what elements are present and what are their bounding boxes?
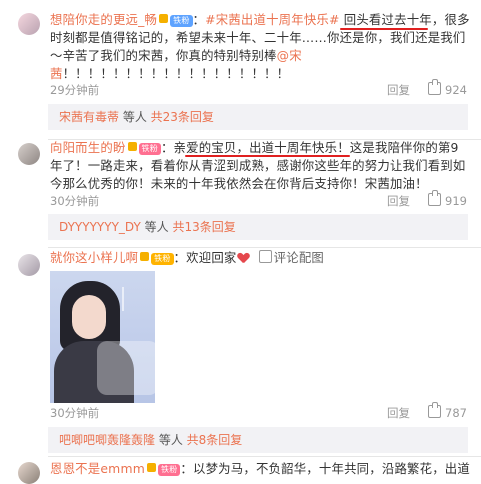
divider xyxy=(48,247,481,248)
image-face xyxy=(72,295,106,339)
comment-text: 就你这小样儿啊 铁粉 ：欢迎回家 评论配图 xyxy=(50,249,470,267)
comment-time: 29分钟前 xyxy=(50,83,100,97)
avatar[interactable] xyxy=(18,462,40,484)
divider xyxy=(48,456,481,457)
comment-image[interactable] xyxy=(50,271,155,403)
comment-text: 想陪你走的更远_畅 铁粉 ：#宋茜出道十周年快乐# 回头看过去十年，很多时刻都是值得… xyxy=(50,11,470,83)
like-count: 924 xyxy=(445,83,467,97)
sub-replies[interactable]: DYYYYYYY_DY 等人 共13条回复 xyxy=(48,214,468,240)
comment-text: 向阳而生的盼 铁粉 ：亲爱的宝贝，出道十周年快乐！这是我陪伴你的第9年了！一路走来，… xyxy=(50,139,470,193)
fan-badge: 铁粉 xyxy=(170,15,193,27)
sub-reply-count[interactable]: 共8条回复 xyxy=(187,433,243,447)
avatar[interactable] xyxy=(18,13,40,35)
avatar[interactable] xyxy=(18,143,40,165)
sub-reply-user[interactable]: 吧唧吧唧轰隆轰隆 xyxy=(59,433,155,447)
sub-reply-count[interactable]: 共23条回复 xyxy=(151,110,214,124)
comment-time: 30分钟前 xyxy=(50,406,100,420)
reply-button[interactable]: 回复 xyxy=(387,83,410,97)
comment-username[interactable]: 想陪你走的更远_畅 xyxy=(50,12,157,27)
comment-actions: 回复 919 xyxy=(387,190,467,209)
fan-badge: 铁粉 xyxy=(151,253,174,265)
reply-button[interactable]: 回复 xyxy=(387,406,410,420)
comment-time: 30分钟前 xyxy=(50,194,100,208)
comment-actions: 回复 924 xyxy=(387,79,467,98)
like-icon[interactable] xyxy=(428,190,442,206)
topic-link[interactable]: #宋茜出道十周年快乐# xyxy=(205,12,339,27)
fan-badge: 铁粉 xyxy=(138,143,161,155)
comment-body: ：欢迎回家 xyxy=(173,250,237,265)
like-count: 919 xyxy=(445,194,467,208)
comment-pic-label: 评论配图 xyxy=(273,250,325,265)
vip-icon xyxy=(127,142,137,151)
comment-body-tail: ！！！！！！！！！！！！！！！！！！ xyxy=(62,66,290,81)
like-count: 787 xyxy=(445,406,467,420)
sub-reply-middle: 等人 xyxy=(155,433,187,447)
sub-reply-user[interactable]: DYYYYYYY_DY xyxy=(59,220,141,234)
comment-text: 恩恩不是emmm 铁粉 ：以梦为马，不负韶华，十年共同，沿路繁花，出道 xyxy=(50,460,470,478)
sub-replies[interactable]: 宋茜有毒蒂 等人 共23条回复 xyxy=(48,104,468,130)
vip-icon xyxy=(147,463,156,472)
comment-username[interactable]: 就你这小样儿啊 xyxy=(50,250,138,265)
highlight-underline xyxy=(340,28,428,30)
heart-icon xyxy=(238,253,249,263)
highlight-underline xyxy=(185,155,350,157)
image-overlay xyxy=(97,341,155,395)
reply-button[interactable]: 回复 xyxy=(387,194,410,208)
avatar[interactable] xyxy=(18,254,40,276)
vip-icon xyxy=(140,252,150,261)
vip-icon xyxy=(159,14,169,23)
like-icon[interactable] xyxy=(428,79,442,95)
sub-reply-middle: 等人 xyxy=(119,110,151,124)
image-icon xyxy=(258,250,272,263)
comment-username[interactable]: 向阳而生的盼 xyxy=(50,140,126,155)
sub-reply-count[interactable]: 共13条回复 xyxy=(172,220,235,234)
sub-replies[interactable]: 吧唧吧唧轰隆轰隆 等人 共8条回复 xyxy=(48,427,468,453)
comment-colon: ： xyxy=(192,12,206,27)
sub-reply-middle: 等人 xyxy=(140,220,173,234)
fan-badge: 铁粉 xyxy=(158,464,181,476)
like-icon[interactable] xyxy=(428,402,442,418)
image-tag xyxy=(122,287,144,311)
comment-actions: 回复 787 xyxy=(387,402,467,421)
comment-pic-link[interactable]: 评论配图 xyxy=(258,250,325,265)
sub-reply-user[interactable]: 宋茜有毒蒂 xyxy=(59,110,119,124)
